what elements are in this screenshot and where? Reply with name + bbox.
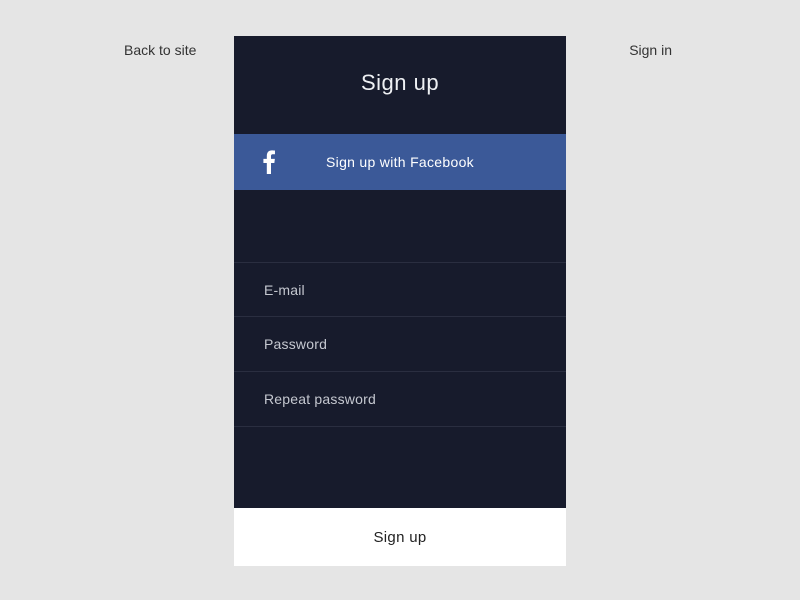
page: Back to site Sign in Sign up Sign up wit… — [0, 0, 800, 600]
facebook-signup-label: Sign up with Facebook — [304, 154, 566, 170]
email-field-row — [234, 262, 566, 317]
signup-card: Sign up Sign up with Facebook Sign up — [234, 36, 566, 566]
repeat-password-field-row — [234, 372, 566, 427]
facebook-icon — [234, 150, 304, 174]
card-title: Sign up — [234, 36, 566, 134]
spacer — [234, 190, 566, 262]
gap — [234, 427, 566, 508]
email-input[interactable] — [262, 281, 538, 299]
signup-submit-button[interactable]: Sign up — [234, 508, 566, 566]
password-input[interactable] — [262, 335, 538, 353]
sign-in-link[interactable]: Sign in — [629, 42, 672, 58]
repeat-password-input[interactable] — [262, 390, 538, 408]
form-fields — [234, 262, 566, 427]
back-to-site-link[interactable]: Back to site — [124, 42, 196, 58]
facebook-signup-button[interactable]: Sign up with Facebook — [234, 134, 566, 190]
password-field-row — [234, 317, 566, 372]
